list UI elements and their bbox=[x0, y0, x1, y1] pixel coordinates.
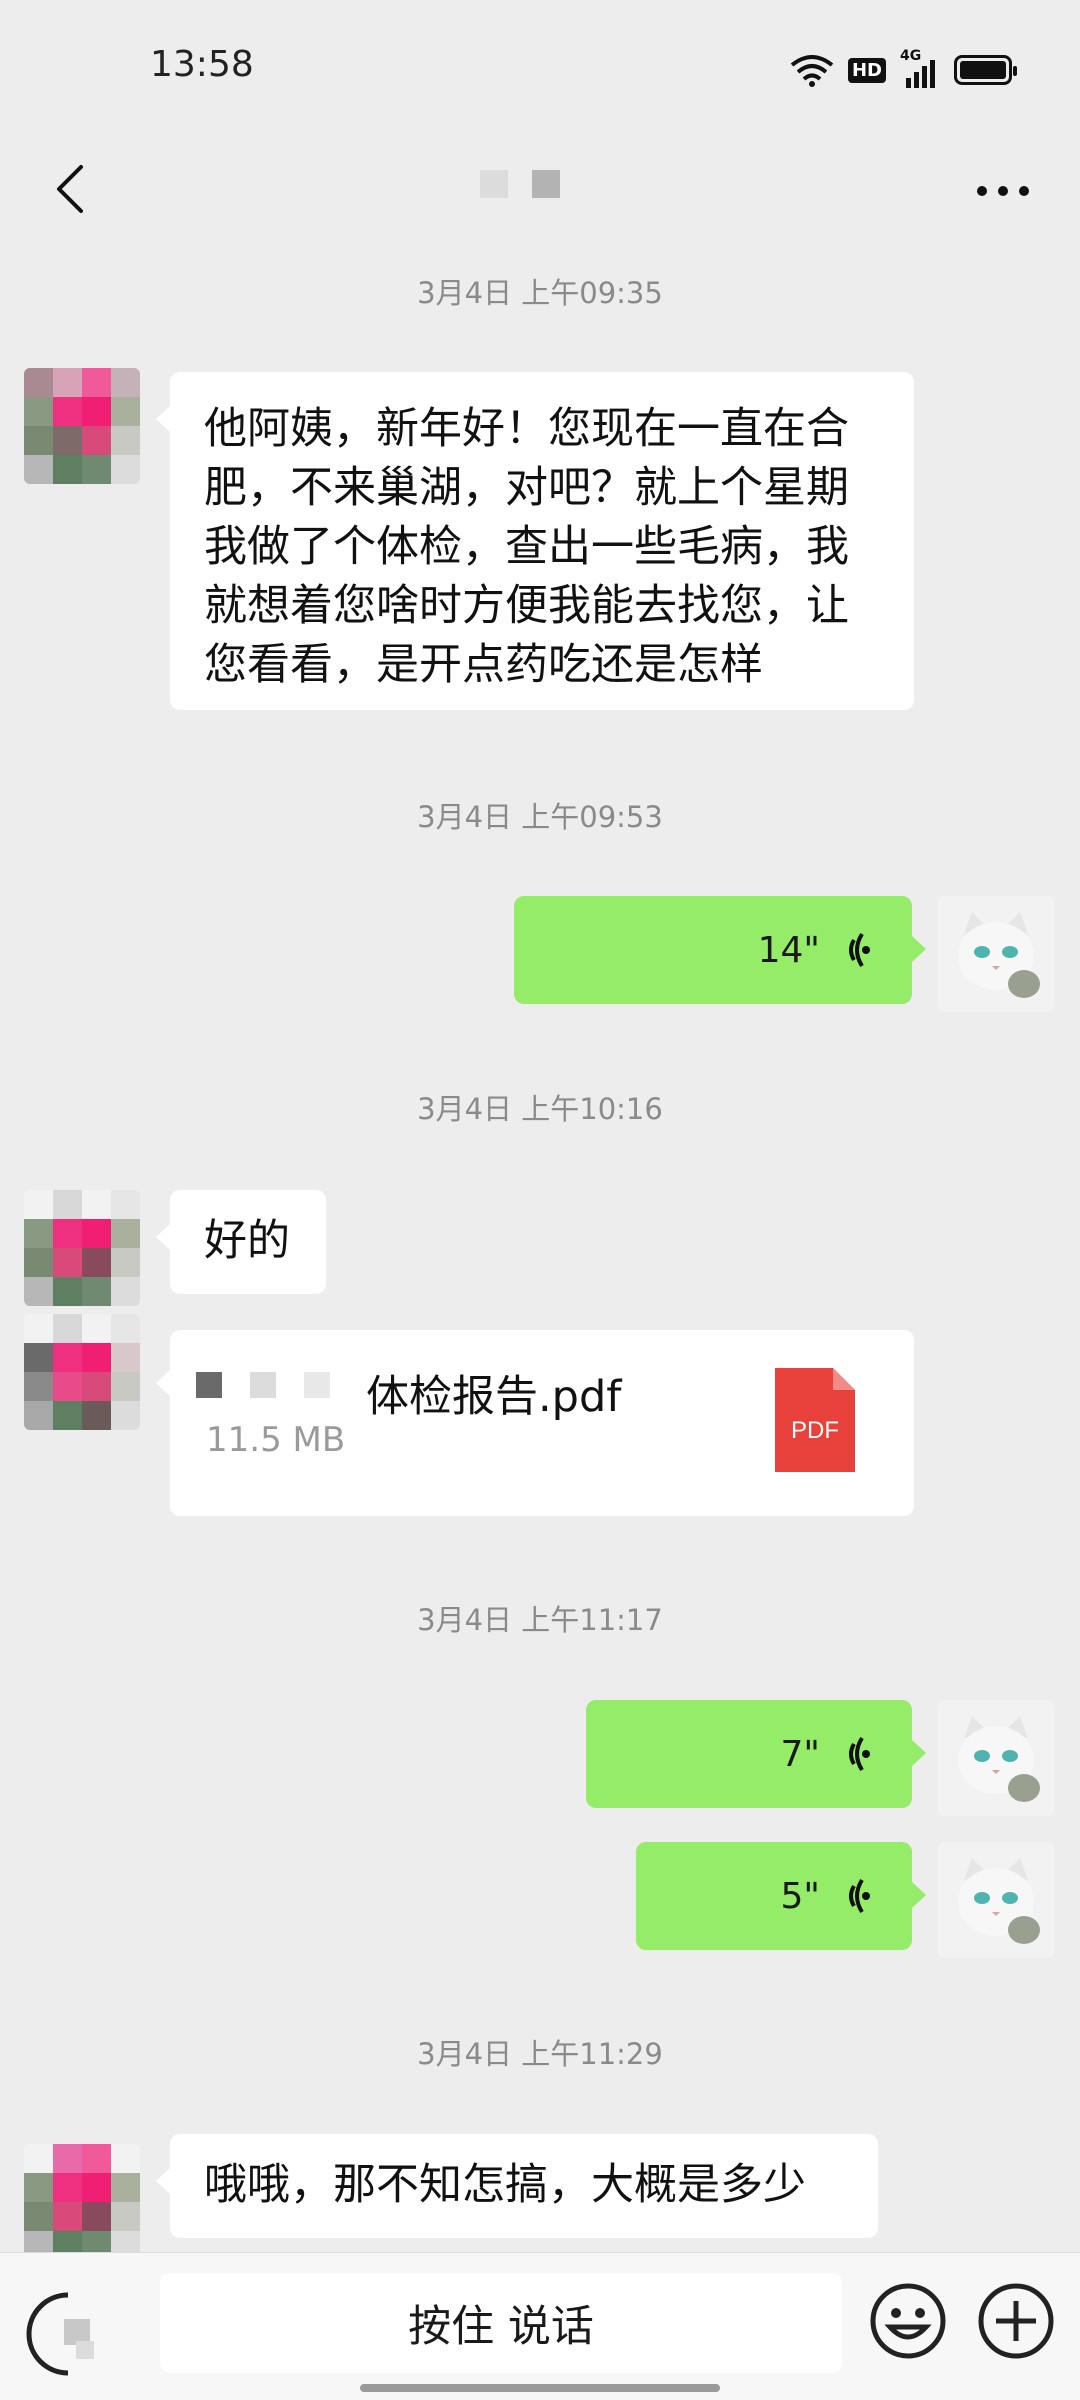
incoming-message[interactable]: 他阿姨，新年好！您现在一直在合 肥，不来巢湖，对吧？就上个星期 我做了个体检，查… bbox=[156, 372, 914, 710]
message-line: 就想着您啥时方便我能去找您，让 bbox=[204, 581, 849, 631]
cat-image bbox=[958, 1858, 1040, 1944]
more-button[interactable] bbox=[968, 166, 1038, 216]
incoming-message[interactable]: 好的 bbox=[156, 1190, 326, 1294]
cat-image bbox=[958, 912, 1040, 998]
voice-mode-toggle-icon[interactable] bbox=[24, 2289, 114, 2379]
network-type: 4G bbox=[900, 48, 922, 64]
timestamp: 3月4日 上午11:29 bbox=[417, 2037, 663, 2071]
file-name-redacted bbox=[196, 1372, 330, 1398]
timestamp: 3月4日 上午11:17 bbox=[417, 1603, 663, 1637]
contact-avatar[interactable] bbox=[24, 2144, 140, 2260]
message-line: 肥，不来巢湖，对吧？就上个星期 bbox=[204, 463, 849, 513]
voice-wave-icon bbox=[849, 1878, 870, 1914]
chat-header bbox=[0, 140, 1080, 246]
wifi-icon bbox=[790, 55, 834, 87]
pdf-file-icon: PDF bbox=[775, 1368, 855, 1472]
my-avatar-cat[interactable] bbox=[938, 1700, 1054, 1816]
contact-avatar[interactable] bbox=[24, 1314, 140, 1430]
my-avatar-cat[interactable] bbox=[938, 1842, 1054, 1958]
outgoing-voice-message[interactable]: 14" bbox=[514, 896, 926, 1004]
pdf-label: PDF bbox=[791, 1417, 839, 1444]
home-indicator[interactable] bbox=[360, 2384, 720, 2392]
hd-icon: HD bbox=[847, 57, 886, 83]
message-text: 哦哦，那不知怎搞，大概是多少 bbox=[204, 2160, 806, 2210]
voice-wave-icon bbox=[849, 1736, 870, 1772]
voice-duration: 14" bbox=[757, 929, 820, 971]
back-button[interactable] bbox=[40, 154, 100, 224]
cat-image bbox=[958, 1716, 1040, 1802]
contact-avatar[interactable] bbox=[24, 1190, 140, 1306]
file-message-card[interactable]: 体检报告.pdf 11.5 MB PDF bbox=[156, 1330, 914, 1516]
status-bar: 13:58 HD 4G bbox=[0, 0, 1080, 140]
hold-to-talk-button[interactable]: 按住 说话 bbox=[160, 2273, 842, 2373]
contact-avatar[interactable] bbox=[24, 368, 140, 484]
emoji-icon[interactable] bbox=[868, 2281, 948, 2361]
timestamp: 3月4日 上午09:35 bbox=[417, 276, 663, 310]
timestamp: 3月4日 上午09:53 bbox=[417, 800, 663, 834]
file-size: 11.5 MB bbox=[206, 1420, 346, 1460]
plus-icon[interactable] bbox=[976, 2281, 1056, 2361]
message-text: 好的 bbox=[204, 1216, 290, 1266]
chevron-left-icon bbox=[57, 165, 83, 213]
status-time: 13:58 bbox=[150, 44, 254, 85]
file-name: 体检报告.pdf bbox=[366, 1372, 622, 1422]
outgoing-voice-message[interactable]: 5" bbox=[636, 1842, 926, 1950]
battery-icon bbox=[954, 55, 1017, 85]
voice-duration: 5" bbox=[780, 1875, 820, 1917]
message-line: 他阿姨，新年好！您现在一直在合 bbox=[204, 404, 849, 454]
my-avatar-cat[interactable] bbox=[938, 896, 1054, 1012]
input-bar: 按住 说话 bbox=[0, 2252, 1080, 2400]
signal-icon: 4G bbox=[900, 48, 940, 88]
voice-duration: 7" bbox=[780, 1733, 820, 1775]
status-icons: HD 4G bbox=[790, 48, 1017, 88]
more-dots-icon bbox=[977, 186, 1029, 196]
voice-wave-icon bbox=[849, 932, 870, 968]
message-line: 我做了个体检，查出一些毛病，我 bbox=[204, 522, 849, 572]
chat-title-redacted bbox=[480, 170, 560, 198]
timestamp: 3月4日 上午10:16 bbox=[417, 1092, 663, 1126]
incoming-message[interactable]: 哦哦，那不知怎搞，大概是多少 bbox=[156, 2134, 878, 2238]
message-line: 您看看，是开点药吃还是怎样 bbox=[204, 640, 763, 690]
outgoing-voice-message[interactable]: 7" bbox=[586, 1700, 926, 1808]
